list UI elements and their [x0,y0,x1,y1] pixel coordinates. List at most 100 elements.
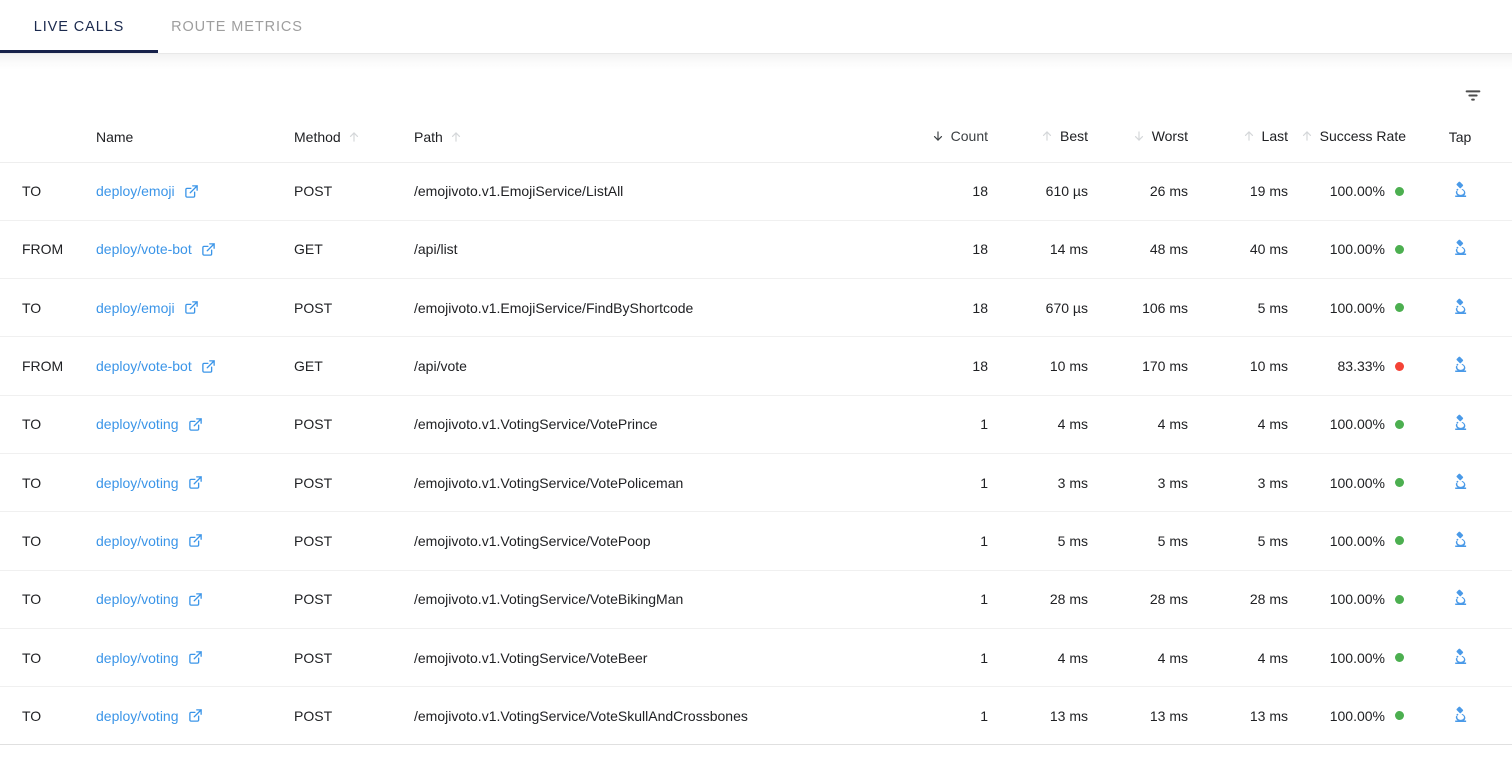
column-header-count[interactable]: Count [902,122,988,163]
resource-link[interactable]: deploy/vote-bot [96,358,216,374]
cell-direction: TO [0,570,96,629]
tab-live-calls[interactable]: LIVE CALLS [0,0,158,53]
cell-last: 3 ms [1188,453,1288,513]
cell-success-rate: 100.00% [1288,395,1422,454]
status-dot-success [1395,303,1404,313]
tap-button[interactable] [1445,351,1475,381]
cell-worst: 106 ms [1088,278,1188,338]
external-link-icon [188,533,203,548]
cell-tap [1422,395,1512,454]
resource-link[interactable]: deploy/voting [96,416,203,432]
column-header-best[interactable]: Best [988,122,1088,163]
live-calls-table: Name Method Path Count Best Worst Last S… [0,122,1512,746]
success-rate-value: 100.00% [1329,183,1385,200]
status-dot-success [1395,478,1404,488]
microscope-icon [1451,413,1470,435]
cell-best: 670 µs [988,278,1088,338]
cell-success-rate: 100.00% [1288,628,1422,688]
table-row[interactable]: TO deploy/voting POST/emojivoto.v1.VotingS… [0,628,1512,688]
table-row[interactable]: FROM deploy/vote-bot GET/api/list 18 14 ms 48… [0,220,1512,280]
column-label: Best [1059,127,1088,144]
column-header-path[interactable]: Path [414,122,902,163]
cell-count: 1 [902,686,988,746]
cell-worst: 26 ms [1088,162,1188,221]
cell-best: 13 ms [988,686,1088,746]
column-header-worst[interactable]: Worst [1088,122,1188,163]
cell-best: 3 ms [988,453,1088,513]
resource-link[interactable]: deploy/voting [96,475,203,491]
cell-method: POST [294,511,414,571]
status-dot-success [1395,419,1404,429]
table-row[interactable]: TO deploy/emoji POST/emojivoto.v1.EmojiSer… [0,162,1512,221]
table-row[interactable]: TO deploy/voting POST/emojivoto.v1.VotingS… [0,511,1512,571]
tap-button[interactable] [1445,584,1475,614]
tab-route-metrics[interactable]: ROUTE METRICS [158,0,316,53]
cell-direction: TO [0,278,96,338]
cell-success-rate: 100.00% [1288,278,1422,338]
cell-method: POST [294,162,414,221]
cell-direction: TO [0,628,96,688]
resource-link-label: deploy/voting [96,532,179,549]
cell-best: 610 µs [988,162,1088,221]
cell-path: /api/vote [414,336,902,396]
resource-link-label: deploy/voting [96,416,179,433]
tap-button[interactable] [1445,409,1475,439]
table-row[interactable]: TO deploy/voting POST/emojivoto.v1.VotingS… [0,395,1512,454]
sort-ascending-icon [1040,129,1054,143]
tap-button[interactable] [1445,526,1475,556]
microscope-icon [1451,530,1470,552]
cell-tap [1422,278,1512,338]
cell-success-rate: 100.00% [1288,511,1422,571]
table-row[interactable]: TO deploy/voting POST/emojivoto.v1.VotingS… [0,453,1512,513]
status-dot-success [1395,536,1404,546]
resource-link[interactable]: deploy/voting [96,533,203,549]
cell-path: /emojivoto.v1.EmojiService/FindByShortco… [414,278,902,338]
cell-name: deploy/voting [96,686,294,746]
cell-path: /emojivoto.v1.VotingService/VoteSkullAnd… [414,686,902,746]
column-header-last[interactable]: Last [1188,122,1288,163]
cell-path: /api/list [414,220,902,280]
table-toolbar [0,70,1512,122]
tap-button[interactable] [1445,234,1475,264]
resource-link[interactable]: deploy/voting [96,650,203,666]
cell-worst: 4 ms [1088,395,1188,454]
cell-count: 18 [902,162,988,221]
tap-button[interactable] [1445,176,1475,206]
filter-button[interactable] [1456,79,1490,113]
cell-last: 5 ms [1188,511,1288,571]
resource-link[interactable]: deploy/emoji [96,300,199,316]
cell-method: GET [294,220,414,280]
resource-link-label: deploy/vote-bot [96,358,192,375]
microscope-icon [1451,647,1470,669]
success-rate-value: 100.00% [1329,299,1385,316]
column-header-method[interactable]: Method [294,122,414,163]
table-row[interactable]: TO deploy/voting POST/emojivoto.v1.VotingS… [0,686,1512,746]
tap-button[interactable] [1445,468,1475,498]
column-header-tap: Tap [1422,122,1512,163]
resource-link[interactable]: deploy/emoji [96,183,199,199]
status-dot-success [1395,244,1404,254]
tap-button[interactable] [1445,701,1475,731]
cell-direction: TO [0,686,96,746]
table-row[interactable]: TO deploy/voting POST/emojivoto.v1.VotingS… [0,570,1512,629]
resource-link[interactable]: deploy/voting [96,708,203,724]
column-header-success-rate[interactable]: Success Rate [1288,122,1422,163]
table-row[interactable]: TO deploy/emoji POST/emojivoto.v1.EmojiSer… [0,278,1512,338]
table-row[interactable]: FROM deploy/vote-bot GET/api/vote 18 10 ms 17… [0,336,1512,396]
resource-link[interactable]: deploy/vote-bot [96,241,216,257]
tap-button[interactable] [1445,643,1475,673]
cell-tap [1422,336,1512,396]
tab-bar-shadow [0,54,1512,70]
cell-method: POST [294,453,414,513]
cell-last: 10 ms [1188,336,1288,396]
resource-link[interactable]: deploy/voting [96,591,203,607]
cell-last: 5 ms [1188,278,1288,338]
column-header-name[interactable]: Name [96,122,294,163]
microscope-icon [1451,355,1470,377]
status-dot-failure [1395,361,1404,371]
external-link-icon [184,184,199,199]
cell-worst: 5 ms [1088,511,1188,571]
external-link-icon [188,650,203,665]
cell-path: /emojivoto.v1.VotingService/VotePoop [414,511,902,571]
tap-button[interactable] [1445,293,1475,323]
